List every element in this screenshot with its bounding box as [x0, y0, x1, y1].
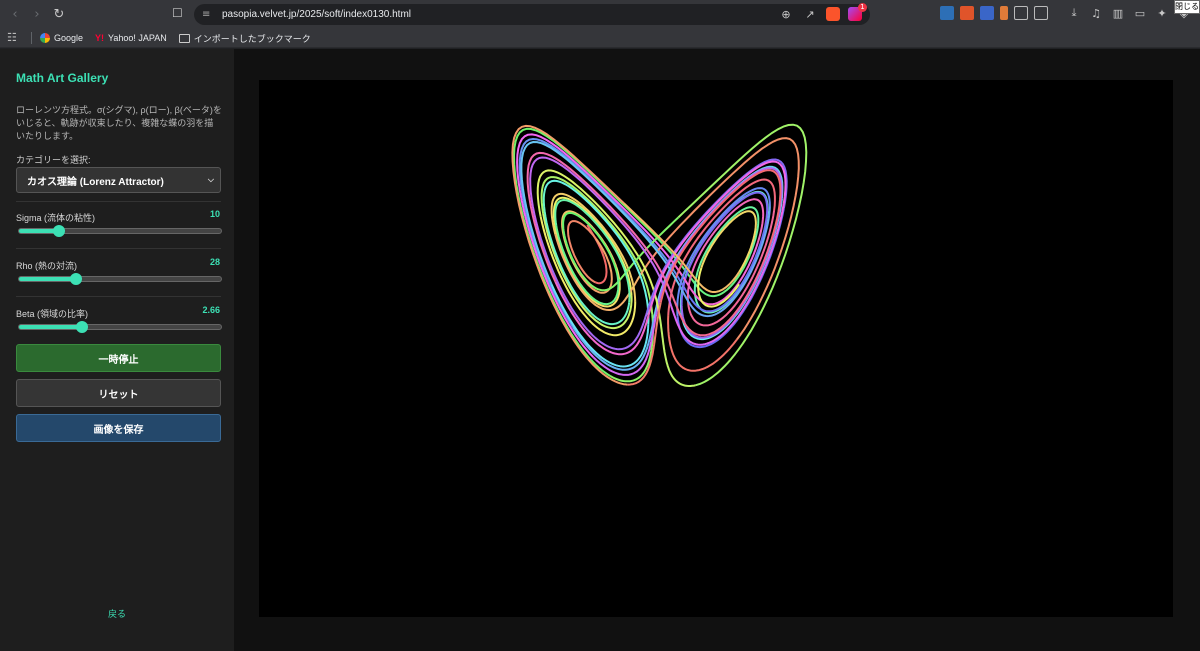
rewards-badge: 1 — [858, 3, 867, 12]
wallet-icon[interactable]: ▭ — [1132, 5, 1148, 21]
slider-fill — [19, 277, 76, 281]
slider-thumb[interactable] — [69, 273, 82, 285]
divider — [16, 296, 221, 297]
close-button[interactable]: 閉じる — [1174, 0, 1200, 14]
url-text[interactable]: pasopia.velvet.jp/2025/soft/index0130.ht… — [222, 9, 411, 20]
rho-label: Rho (熱の対流) — [16, 261, 78, 271]
sigma-slider[interactable] — [18, 225, 222, 237]
slider-thumb[interactable] — [75, 321, 88, 333]
extension-orange-icon[interactable] — [960, 6, 974, 20]
extension-puzzle-icon[interactable] — [1014, 6, 1028, 20]
brave-shields-icon[interactable] — [826, 7, 840, 21]
apps-grid-icon[interactable]: ☷ — [7, 32, 19, 44]
extension-box-icon[interactable] — [1034, 6, 1048, 20]
bookmark-imported-folder[interactable]: インポートしたブックマーク — [178, 32, 311, 45]
share-icon[interactable]: ↗ — [802, 6, 818, 22]
main-area — [234, 49, 1200, 651]
extension-s-icon[interactable] — [940, 6, 954, 20]
beta-slider[interactable] — [18, 321, 222, 333]
back-link[interactable]: 戻る — [0, 607, 234, 620]
category-label: カテゴリーを選択: — [16, 155, 91, 165]
bookmarks-bar: ☷ Google Y! Yahoo! JAPAN インポートしたブックマーク — [0, 29, 1200, 48]
extension-translate-icon[interactable] — [980, 6, 994, 20]
music-icon[interactable]: ♫ — [1088, 5, 1104, 21]
bookmark-google[interactable]: Google — [40, 33, 83, 43]
description-text: ローレンツ方程式。σ(シグマ), ρ(ロー), β(ベータ)をいじると、軌跡が収… — [16, 105, 222, 141]
zoom-icon[interactable]: ⊕ — [778, 6, 794, 22]
download-icon[interactable]: ⤓ — [1066, 5, 1082, 21]
slider-fill — [19, 325, 82, 329]
control-panel: Math Art Gallery ローレンツ方程式。σ(シグマ), ρ(ロー),… — [0, 49, 234, 651]
sigma-value: 10 — [209, 209, 220, 219]
folder-icon — [178, 33, 190, 43]
reset-button[interactable]: リセット — [16, 379, 221, 407]
sidebar-toggle-icon[interactable]: ▥ — [1110, 5, 1126, 21]
bookmarks-divider — [31, 32, 32, 44]
slider-thumb[interactable] — [53, 225, 66, 237]
extension-a-icon[interactable] — [1000, 6, 1008, 20]
forward-icon[interactable]: › — [28, 6, 46, 24]
reload-icon[interactable]: ↻ — [50, 6, 68, 24]
pause-button[interactable]: 一時停止 — [16, 344, 221, 372]
lorenz-canvas[interactable] — [259, 80, 1173, 617]
divider — [16, 248, 221, 249]
bookmark-label: Google — [54, 33, 84, 43]
beta-value: 2.66 — [202, 305, 220, 315]
lorenz-attractor-drawing — [511, 123, 808, 387]
rho-value: 28 — [209, 257, 220, 267]
google-icon — [40, 33, 50, 43]
leo-ai-icon[interactable]: ✦ — [1154, 5, 1170, 21]
app-title: Math Art Gallery — [16, 71, 109, 85]
save-image-button[interactable]: 画像を保存 — [16, 414, 221, 442]
beta-label: Beta (領域の比率) — [16, 309, 89, 319]
category-select[interactable]: カオス理論 (Lorenz Attractor) ⌵ — [16, 167, 221, 193]
brave-rewards-icon[interactable]: 1 — [848, 3, 867, 21]
address-bar[interactable]: ≡ pasopia.velvet.jp/2025/soft/index0130.… — [194, 3, 870, 25]
extensions-area — [940, 6, 1048, 20]
bookmark-label: インポートしたブックマーク — [193, 33, 311, 44]
sigma-label: Sigma (流体の粘性) — [16, 213, 96, 223]
site-settings-icon[interactable]: ≡ — [202, 9, 216, 20]
rho-slider[interactable] — [18, 273, 222, 285]
chevron-down-icon: ⌵ — [207, 175, 214, 184]
bookmark-label: Yahoo! JAPAN — [108, 33, 167, 43]
category-selected-value: カオス理論 (Lorenz Attractor) — [27, 176, 164, 188]
divider — [16, 201, 221, 202]
bookmark-yahoo[interactable]: Y! Yahoo! JAPAN — [95, 33, 167, 43]
back-icon[interactable]: ‹ — [6, 6, 24, 24]
bookmark-page-icon[interactable]: ☐ — [172, 6, 188, 22]
yahoo-icon: Y! — [95, 33, 105, 43]
